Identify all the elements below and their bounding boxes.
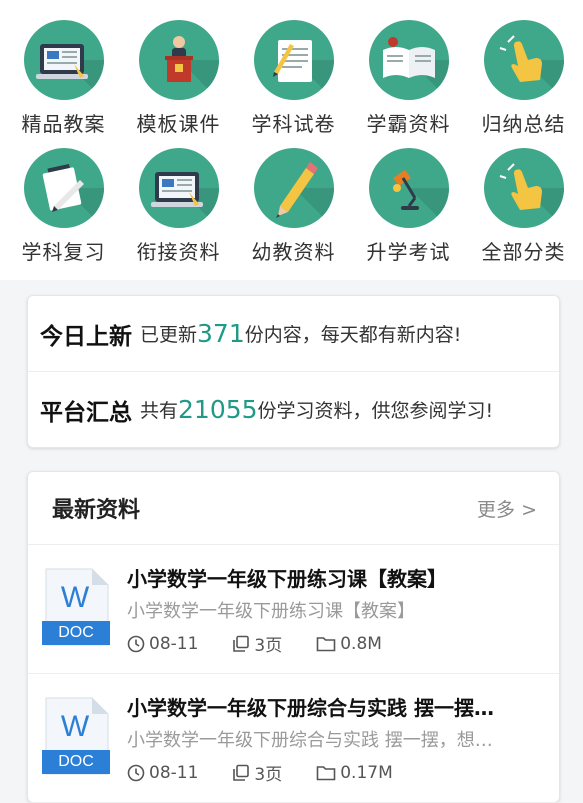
item-meta: 08-11 3页 0.8M — [127, 631, 416, 656]
item-title: 小学数学一年级下册练习课【教案】 — [127, 567, 447, 591]
folder-icon — [316, 765, 336, 780]
category-xueke-shijuan[interactable]: 学科试卷 — [236, 20, 351, 137]
item-date-text: 08-11 — [149, 762, 199, 783]
category-label: 幼教资料 — [251, 240, 336, 264]
item-size-text: 0.17M — [340, 762, 393, 783]
folder-icon — [316, 636, 336, 651]
list-item[interactable]: W DOC 小学数学一年级下册综合与实践 摆一摆… 小学数学一年级下册综合与实践… — [28, 674, 559, 803]
item-date: 08-11 — [127, 634, 198, 654]
category-label: 衔接资料 — [136, 240, 221, 264]
category-label: 学科试卷 — [251, 112, 336, 136]
stat-total-title: 平台汇总 — [40, 399, 132, 426]
item-pages-text: 3页 — [254, 765, 283, 785]
category-quanbu-fenlei[interactable]: 全部分类 — [466, 148, 581, 265]
clock-icon — [127, 635, 145, 652]
item-desc: 小学数学一年级下册练习课【教案】 — [127, 601, 415, 622]
item-size-text: 0.8M — [340, 633, 382, 654]
clock-icon — [127, 764, 145, 781]
item-pages: 3页 — [232, 760, 282, 785]
category-label: 归纳总结 — [481, 112, 566, 136]
category-label: 全部分类 — [481, 240, 566, 264]
category-youjiao-ziliao[interactable]: 幼教资料 — [236, 148, 351, 265]
pencil-icon — [253, 148, 334, 228]
stats-card: 今日上新 已更新 371 份内容，每天都有新内容! 平台汇总 共有 21055 … — [27, 295, 560, 448]
word-doc-icon: W DOC — [42, 696, 112, 776]
desk-lamp-icon — [368, 148, 449, 228]
hand-pointer-icon — [483, 20, 564, 100]
item-desc: 小学数学一年级下册综合与实践 摆一摆，想… — [127, 730, 493, 751]
podium-speaker-icon — [138, 20, 219, 100]
doc-badge: DOC — [58, 753, 94, 770]
stat-today[interactable]: 今日上新 已更新 371 份内容，每天都有新内容! — [28, 296, 559, 371]
item-size: 0.17M — [316, 763, 393, 783]
category-label: 精品教案 — [21, 112, 106, 136]
item-pages: 3页 — [232, 631, 282, 656]
latest-title: 最新资料 — [52, 498, 141, 523]
laptop-lesson-icon — [23, 20, 104, 100]
item-date: 08-11 — [127, 763, 198, 783]
category-jingpin-jiaoan[interactable]: 精品教案 — [6, 20, 121, 137]
pages-icon — [233, 635, 250, 652]
pages-icon — [233, 764, 250, 781]
stat-today-suffix: 份内容，每天都有新内容! — [244, 324, 462, 346]
item-pages-text: 3页 — [254, 636, 283, 656]
category-label: 升学考试 — [366, 240, 451, 264]
stat-today-title: 今日上新 — [40, 323, 132, 350]
item-date-text: 08-11 — [149, 633, 199, 654]
category-label: 学霸资料 — [366, 112, 451, 136]
category-label: 学科复习 — [21, 240, 106, 264]
open-book-icon — [368, 20, 449, 100]
category-moban-kejian[interactable]: 模板课件 — [121, 20, 236, 137]
stat-today-count: 371 — [197, 319, 245, 348]
notebook-pencil-icon — [253, 20, 334, 100]
list-item[interactable]: W DOC 小学数学一年级下册练习课【教案】 小学数学一年级下册练习课【教案】 … — [28, 545, 559, 674]
category-guina-zongjie[interactable]: 归纳总结 — [466, 20, 581, 137]
hand-pointer-icon — [483, 148, 564, 228]
notepad-pen-icon — [23, 148, 104, 228]
latest-header: 最新资料 更多 > — [28, 472, 559, 545]
category-xianjie-ziliao[interactable]: 衔接资料 — [121, 148, 236, 265]
category-xueke-fuxi[interactable]: 学科复习 — [6, 148, 121, 265]
word-doc-icon: W DOC — [42, 567, 112, 647]
stat-total-count: 21055 — [178, 395, 258, 424]
laptop-lesson-icon — [138, 148, 219, 228]
category-label: 模板课件 — [136, 112, 221, 136]
more-link[interactable]: 更多 > — [477, 495, 537, 522]
doc-letter: W — [60, 710, 90, 743]
item-meta: 08-11 3页 0.17M — [127, 760, 427, 785]
stat-total-prefix: 共有 — [140, 400, 179, 422]
category-grid: 精品教案 模板课件 学科试卷 学霸资料 归纳总结 学科复习 衔接资料 幼教资料 … — [0, 0, 583, 280]
category-shengxue-kaoshi[interactable]: 升学考试 — [351, 148, 466, 265]
stat-today-prefix: 已更新 — [140, 324, 198, 346]
stat-total-suffix: 份学习资料，供您参阅学习! — [257, 400, 494, 422]
item-title: 小学数学一年级下册综合与实践 摆一摆… — [127, 696, 494, 720]
item-size: 0.8M — [316, 634, 382, 654]
latest-card: 最新资料 更多 > W DOC 小学数学一年级下册练习课【教案】 小学数学一年级… — [27, 471, 560, 803]
stat-total[interactable]: 平台汇总 共有 21055 份学习资料，供您参阅学习! — [28, 371, 559, 447]
category-xueba-ziliao[interactable]: 学霸资料 — [351, 20, 466, 137]
doc-letter: W — [60, 581, 90, 614]
doc-badge: DOC — [58, 624, 94, 641]
